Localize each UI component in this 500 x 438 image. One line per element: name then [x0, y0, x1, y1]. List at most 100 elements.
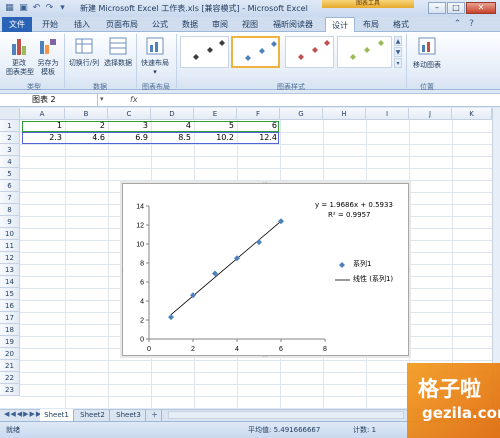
tab-design[interactable]: 设计 — [325, 17, 355, 33]
row-header-17[interactable]: 17 — [0, 312, 20, 324]
cell-d2[interactable]: 8.5 — [151, 132, 194, 144]
row-header-19[interactable]: 19 — [0, 336, 20, 348]
legend-trendline-label[interactable]: 线性 (系列1) — [353, 274, 393, 284]
row-header-1[interactable]: 1 — [0, 120, 20, 132]
tab-page-layout[interactable]: 页面布局 — [100, 17, 144, 32]
chart-resize-handle-right[interactable]: ⋮ — [406, 268, 412, 273]
cell-c1[interactable]: 3 — [108, 120, 151, 132]
row-header-15[interactable]: 15 — [0, 288, 20, 300]
sheet-tab-2[interactable]: Sheet2 — [76, 409, 110, 421]
row-header-4[interactable]: 4 — [0, 156, 20, 168]
name-box-dropdown-icon[interactable]: ▾ — [100, 95, 104, 103]
cell-a1[interactable]: 1 — [20, 120, 65, 132]
minimize-button[interactable]: – — [428, 2, 446, 14]
column-header-h[interactable]: H — [323, 108, 366, 120]
chart-style-3[interactable] — [285, 36, 334, 68]
switch-row-column-button[interactable]: 切换行/列 — [66, 36, 102, 76]
cell-f2[interactable]: 12.4 — [237, 132, 280, 144]
chart-style-1[interactable] — [180, 36, 229, 68]
tab-review[interactable]: 审阅 — [206, 17, 234, 32]
save-icon[interactable]: ▣ — [18, 3, 29, 14]
row-header-16[interactable]: 16 — [0, 300, 20, 312]
chart-resize-handle-top[interactable]: ··· — [262, 181, 268, 186]
tab-format[interactable]: 格式 — [387, 17, 415, 32]
chart-resize-handle-left[interactable]: ⋮ — [120, 268, 126, 273]
column-header-k[interactable]: K — [452, 108, 492, 120]
tab-insert[interactable]: 插入 — [68, 17, 96, 32]
row-header-3[interactable]: 3 — [0, 144, 20, 156]
cell-b1[interactable]: 2 — [65, 120, 108, 132]
insert-sheet-icon[interactable]: ＋ — [148, 409, 162, 421]
select-data-button[interactable]: 选择数据 — [102, 36, 134, 76]
row-header-10[interactable]: 10 — [0, 228, 20, 240]
cell-b2[interactable]: 4.6 — [65, 132, 108, 144]
tab-foxit-reader[interactable]: 福昕阅读器 — [266, 17, 320, 32]
cell-e2[interactable]: 10.2 — [194, 132, 237, 144]
tab-layout[interactable]: 布局 — [357, 17, 385, 32]
cell-a2[interactable]: 2.3 — [20, 132, 65, 144]
column-header-f[interactable]: F — [237, 108, 280, 120]
chart-style-4[interactable] — [337, 36, 392, 68]
row-header-7[interactable]: 7 — [0, 192, 20, 204]
row-header-2[interactable]: 2 — [0, 132, 20, 144]
row-header-8[interactable]: 8 — [0, 204, 20, 216]
tab-formulas[interactable]: 公式 — [146, 17, 174, 32]
row-header-14[interactable]: 14 — [0, 276, 20, 288]
row-header-23[interactable]: 23 — [0, 384, 20, 396]
row-header-12[interactable]: 12 — [0, 252, 20, 264]
help-icon[interactable]: ? — [466, 19, 477, 30]
fx-button[interactable]: fx — [130, 94, 138, 106]
row-header-6[interactable]: 6 — [0, 180, 20, 192]
maximize-button[interactable]: □ — [447, 2, 465, 14]
chart-style-2[interactable] — [231, 36, 280, 68]
horizontal-scrollbar[interactable] — [168, 411, 404, 419]
trendline-equation[interactable]: y = 1.9686x + 0.5933 — [315, 201, 393, 209]
redo-icon[interactable]: ↷ — [44, 3, 55, 14]
chart-resize-handle-bottom[interactable]: ··· — [262, 355, 268, 360]
column-header-i[interactable]: I — [366, 108, 409, 120]
column-header-a[interactable]: A — [20, 108, 65, 120]
close-button[interactable]: ✕ — [466, 2, 496, 14]
legend-series1-label[interactable]: 系列1 — [353, 259, 371, 269]
gallery-scroll-up-icon[interactable]: ▲ — [394, 36, 402, 46]
cell-e1[interactable]: 5 — [194, 120, 237, 132]
select-all-corner[interactable] — [0, 108, 20, 120]
sheet-nav-arrows-icon[interactable]: ◀◀◀▶▶▶ — [4, 410, 42, 418]
cell-f1[interactable]: 6 — [237, 120, 280, 132]
customize-qat-icon[interactable]: ▾ — [57, 3, 68, 14]
name-box[interactable]: 图表 2 — [28, 94, 98, 106]
column-header-b[interactable]: B — [65, 108, 108, 120]
ribbon-minimize-icon[interactable]: ⌃ — [452, 19, 463, 30]
row-header-9[interactable]: 9 — [0, 216, 20, 228]
cell-d1[interactable]: 4 — [151, 120, 194, 132]
column-header-c[interactable]: C — [108, 108, 151, 120]
row-header-13[interactable]: 13 — [0, 264, 20, 276]
tab-home[interactable]: 开始 — [36, 17, 64, 32]
sheet-tab-3[interactable]: Sheet3 — [112, 409, 146, 421]
row-header-5[interactable]: 5 — [0, 168, 20, 180]
tab-view[interactable]: 视图 — [236, 17, 264, 32]
trendline-r-squared[interactable]: R² = 0.9957 — [328, 211, 370, 219]
column-header-j[interactable]: J — [409, 108, 452, 120]
formula-input[interactable] — [146, 94, 490, 106]
cell-c2[interactable]: 6.9 — [108, 132, 151, 144]
change-chart-type-button[interactable]: 更改 图表类型 — [6, 36, 34, 80]
gallery-scroll-down-icon[interactable]: ▼ — [394, 47, 402, 57]
row-header-11[interactable]: 11 — [0, 240, 20, 252]
save-as-template-button[interactable]: 另存为 模板 — [34, 36, 62, 80]
row-header-22[interactable]: 22 — [0, 372, 20, 384]
column-header-g[interactable]: G — [280, 108, 323, 120]
undo-icon[interactable]: ↶ — [31, 3, 42, 14]
row-header-18[interactable]: 18 — [0, 324, 20, 336]
column-header-e[interactable]: E — [194, 108, 237, 120]
excel-app-icon[interactable]: ▦ — [4, 3, 15, 14]
row-header-20[interactable]: 20 — [0, 348, 20, 360]
tab-file[interactable]: 文件 — [2, 17, 32, 32]
scatter-chart[interactable]: 0 2 4 6 8 10 12 14 0 2 4 6 8 y = 1.9686x + 0.5933 R… — [122, 183, 409, 356]
gallery-more-icon[interactable]: ▾ — [394, 58, 402, 68]
row-header-21[interactable]: 21 — [0, 360, 20, 372]
sheet-tab-1[interactable]: Sheet1 — [40, 409, 74, 421]
quick-layout-button[interactable]: 快速布局 ▾ — [138, 36, 172, 80]
tab-data[interactable]: 数据 — [176, 17, 204, 32]
move-chart-button[interactable]: 移动图表 — [408, 36, 446, 76]
